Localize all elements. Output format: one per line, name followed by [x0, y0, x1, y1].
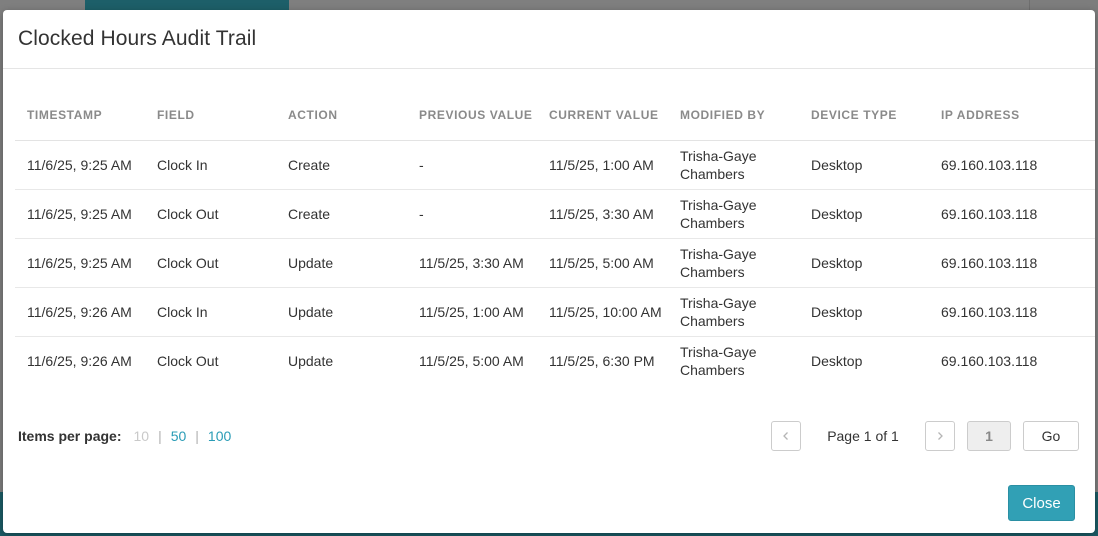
cell-action: Update: [276, 287, 407, 337]
cell-action: Create: [276, 140, 407, 190]
cell-device-type: Desktop: [799, 238, 929, 288]
cell-ip-address: 69.160.103.118: [929, 189, 1095, 239]
cell-field: Clock In: [145, 287, 276, 337]
cell-previous-value: 11/5/25, 3:30 AM: [407, 238, 537, 288]
modal-header: Clocked Hours Audit Trail: [3, 10, 1095, 69]
cell-current-value: 11/5/25, 1:00 AM: [537, 140, 668, 190]
items-per-page-separator: |: [158, 428, 162, 444]
cell-timestamp: 11/6/25, 9:26 AM: [27, 352, 132, 369]
cell-previous-value: 11/5/25, 1:00 AM: [407, 287, 537, 337]
cell-ip-address: 69.160.103.118: [929, 287, 1095, 337]
cell-ip-address: 69.160.103.118: [929, 238, 1095, 288]
cell-timestamp: 11/6/25, 9:25 AM: [15, 140, 145, 190]
modified-by-text: Trisha-Gaye Chambers: [680, 245, 757, 280]
go-button[interactable]: Go: [1023, 421, 1079, 451]
table-row: 11/6/25, 9:25 AM Clock Out Update 11/5/2…: [15, 238, 1095, 288]
cell-modified-by: Trisha-Gaye Chambers: [668, 287, 799, 337]
cell-device-type: Desktop: [799, 189, 929, 239]
page-number-input[interactable]: [967, 421, 1011, 451]
modified-by-text: Trisha-Gaye Chambers: [680, 343, 757, 378]
cell-modified-by: Trisha-Gaye Chambers: [668, 238, 799, 288]
items-per-page-option-100[interactable]: 100: [208, 428, 231, 444]
cell-timestamp: 11/6/25, 9:25 AM: [15, 189, 145, 239]
cell-field: Clock Out: [157, 352, 219, 369]
header-action: ACTION: [276, 90, 407, 141]
modified-by-text: Trisha-Gaye Chambers: [680, 196, 757, 231]
cell-device-type: Desktop: [799, 287, 929, 337]
cell-field: Clock Out: [145, 238, 276, 288]
items-per-page-separator: |: [195, 428, 199, 444]
cell-modified-by: Trisha-Gaye Chambers: [668, 189, 799, 239]
cell-action: Create: [276, 189, 407, 239]
cell-current-value: 11/5/25, 6:30 PM: [549, 352, 655, 369]
table-row: 11/6/25, 9:25 AM Clock In Create - 11/5/…: [15, 140, 1095, 190]
items-per-page-option-50[interactable]: 50: [171, 428, 187, 444]
header-previous-value: PREVIOUS VALUE: [407, 90, 537, 141]
table-row: 11/6/25, 9:26 AM Clock In Update 11/5/25…: [15, 287, 1095, 337]
header-ip-address: IP ADDRESS: [929, 90, 1095, 141]
cell-timestamp: 11/6/25, 9:26 AM: [15, 287, 145, 337]
close-button[interactable]: Close: [1008, 485, 1075, 521]
cell-previous-value: -: [407, 189, 537, 239]
header-current-value: CURRENT VALUE: [537, 90, 668, 141]
audit-table: TIMESTAMP FIELD ACTION PREVIOUS VALUE CU…: [15, 90, 1095, 385]
cell-previous-value: 11/5/25, 5:00 AM: [419, 352, 524, 369]
cell-modified-by: Trisha-Gaye Chambers: [668, 140, 799, 190]
previous-page-button[interactable]: [771, 421, 801, 451]
items-per-page-label: Items per page:: [18, 428, 122, 444]
cell-ip-address: 69.160.103.118: [929, 140, 1095, 190]
table-row: 11/6/25, 9:25 AM Clock Out Create - 11/5…: [15, 189, 1095, 239]
items-per-page-option-10: 10: [133, 428, 150, 444]
chevron-left-icon: [781, 429, 791, 444]
header-device-type: DEVICE TYPE: [799, 90, 929, 141]
header-timestamp: TIMESTAMP: [15, 90, 145, 141]
audit-trail-modal: Clocked Hours Audit Trail TIMESTAMP FIEL…: [3, 10, 1095, 533]
cell-field: Clock In: [145, 140, 276, 190]
cell-field: Clock Out: [145, 189, 276, 239]
table-row: 11/6/25, 9:26 AM Clock Out Update 11/5/2…: [15, 336, 1095, 385]
items-per-page: Items per page: 10 | 50 | 100: [18, 421, 231, 451]
pagination-bar: Items per page: 10 | 50 | 100 Page 1 of …: [18, 421, 1083, 451]
header-modified-by: MODIFIED BY: [668, 90, 799, 141]
modified-by-text: Trisha-Gaye Chambers: [680, 294, 757, 329]
cell-current-value: 11/5/25, 5:00 AM: [537, 238, 668, 288]
cell-action: Update: [276, 238, 407, 288]
cell-action: Update: [288, 352, 334, 369]
table-header-row: TIMESTAMP FIELD ACTION PREVIOUS VALUE CU…: [15, 90, 1095, 141]
cell-current-value: 11/5/25, 10:00 AM: [537, 287, 668, 337]
cell-ip-address: 69.160.103.118: [941, 352, 1038, 369]
page-info: Page 1 of 1: [827, 428, 899, 444]
cell-device-type: Desktop: [799, 140, 929, 190]
cell-modified-by: Trisha-Gaye Chambers: [668, 336, 799, 385]
cell-previous-value: -: [407, 140, 537, 190]
chevron-right-icon: [935, 429, 945, 444]
modal-title: Clocked Hours Audit Trail: [18, 27, 257, 50]
cell-current-value: 11/5/25, 3:30 AM: [537, 189, 668, 239]
header-field: FIELD: [145, 90, 276, 141]
cell-timestamp: 11/6/25, 9:25 AM: [15, 238, 145, 288]
next-page-button[interactable]: [925, 421, 955, 451]
modified-by-text: Trisha-Gaye Chambers: [680, 147, 757, 182]
cell-device-type: Desktop: [811, 352, 863, 369]
